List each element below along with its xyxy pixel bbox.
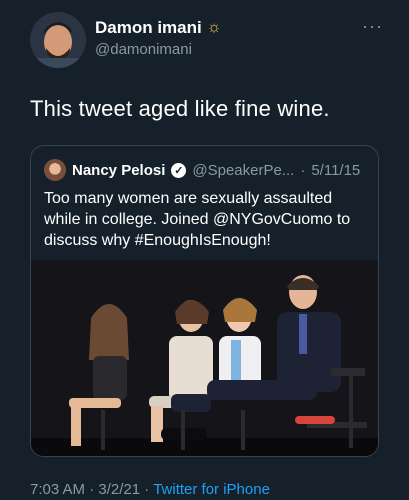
quoted-tweet-header: Nancy Pelosi ✓ @SpeakerPe... · 5/11/15 <box>44 159 360 181</box>
quoted-tweet-text: Too many women are sexually assaulted wh… <box>44 190 351 249</box>
avatar[interactable] <box>30 12 86 68</box>
quoted-tweet[interactable]: Nancy Pelosi ✓ @SpeakerPe... · 5/11/15 T… <box>30 145 379 457</box>
quoted-tweet-photo[interactable] <box>31 260 378 456</box>
source-link[interactable]: Twitter for iPhone <box>153 481 270 498</box>
quoted-avatar <box>44 159 66 181</box>
author-handle[interactable]: @damonimani <box>95 41 192 58</box>
author-name[interactable]: Damon imani ☼ <box>95 18 221 38</box>
quoted-author-name: Nancy Pelosi <box>72 161 166 179</box>
footer-separator-2: · <box>144 481 150 498</box>
quoted-separator: · <box>300 161 306 179</box>
footer-separator: · <box>89 481 95 498</box>
sun-icon: ☼ <box>206 19 222 36</box>
quoted-date: 5/11/15 <box>311 161 361 179</box>
tweet-text: This tweet aged like fine wine. <box>30 96 330 121</box>
more-options-icon[interactable]: ··· <box>362 16 383 37</box>
quoted-author-handle: @SpeakerPe... <box>192 161 295 179</box>
tweet-time[interactable]: 7:03 AM <box>30 481 85 498</box>
verified-icon: ✓ <box>171 162 187 178</box>
tweet-date[interactable]: 3/2/21 <box>98 481 140 498</box>
author-name-text[interactable]: Damon imani <box>95 18 202 38</box>
tweet-footer: 7:03 AM · 3/2/21 · Twitter for iPhone <box>30 481 270 498</box>
